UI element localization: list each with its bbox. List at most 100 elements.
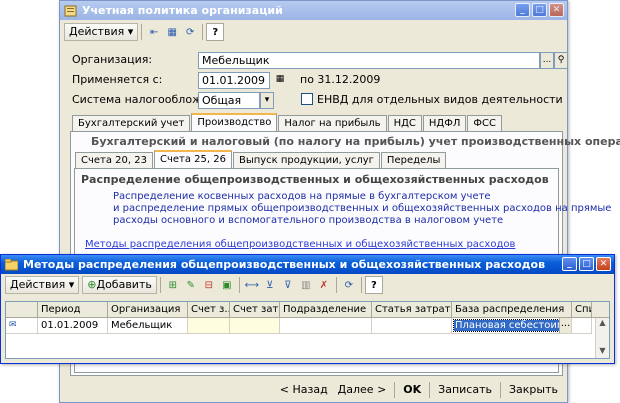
tab-ndfl[interactable]: НДФЛ — [422, 115, 467, 131]
refresh-icon[interactable]: ⟳ — [340, 276, 358, 294]
filter-off-icon[interactable]: ✗ — [315, 276, 333, 294]
toolbar-separator — [360, 277, 362, 293]
org-search-icon[interactable]: ⚲ — [554, 52, 568, 69]
minimize-icon[interactable]: _ — [515, 3, 530, 17]
save-button[interactable]: Записать — [433, 381, 497, 399]
scroll-up-icon[interactable]: ▲ — [596, 318, 609, 330]
folder-icon — [4, 258, 19, 271]
delete-row-icon[interactable]: ⊟ — [200, 276, 218, 294]
help-icon[interactable]: ? — [206, 23, 225, 41]
maximize-icon[interactable]: □ — [579, 257, 594, 271]
close-icon[interactable]: ✕ — [549, 3, 564, 17]
maximize-icon[interactable]: □ — [532, 3, 547, 17]
help-icon[interactable]: ? — [364, 276, 383, 294]
tab-production[interactable]: Производство — [191, 113, 278, 131]
column-header-write-off[interactable]: Спис — [572, 302, 592, 317]
back-button[interactable]: < Назад — [275, 381, 333, 399]
structure-icon[interactable]: ▦ — [163, 23, 181, 41]
applies-date-field[interactable]: 01.01.2009 — [198, 72, 270, 89]
main-footer: < Назад Далее > OK Записать Закрыть — [275, 380, 563, 400]
save-row-icon[interactable]: ▣ — [218, 276, 236, 294]
minimize-icon[interactable]: _ — [562, 257, 577, 271]
column-width-icon[interactable]: ⟷ — [243, 276, 261, 294]
cell-write-off[interactable] — [572, 318, 592, 334]
tax-system-select[interactable]: Общая — [198, 92, 260, 109]
distribution-text-1: Распределение косвенных расходов на прям… — [113, 191, 491, 202]
org-field[interactable]: Мебельщик — [198, 52, 540, 69]
distribution-text-2: и распределение прямых общепроизводствен… — [113, 203, 612, 214]
filter-list-icon[interactable]: ▥ — [297, 276, 315, 294]
calendar-icon[interactable]: ▦ — [273, 72, 287, 89]
envd-checkbox[interactable] — [301, 93, 313, 105]
distribution-methods-link[interactable]: Методы распределения общепроизводственны… — [85, 239, 515, 250]
methods-table: Период Организация Счет з... Счет зат...… — [5, 301, 610, 359]
cell-base[interactable]: Плановая себестоимос ... — [452, 318, 572, 334]
toolbar-separator — [202, 24, 204, 40]
footer-separator — [429, 382, 431, 398]
column-header-org[interactable]: Организация — [108, 302, 188, 317]
next-button[interactable]: Далее > — [333, 381, 392, 399]
add-button[interactable]: ⊕Добавить — [82, 276, 157, 294]
vertical-scrollbar[interactable]: ▲ ▼ — [595, 318, 609, 358]
tab-vat[interactable]: НДС — [387, 115, 422, 131]
column-header-department[interactable]: Подразделение — [280, 302, 372, 317]
toolbar-separator — [159, 277, 161, 293]
table-header: Период Организация Счет з... Счет зат...… — [6, 302, 609, 318]
copy-row-icon[interactable]: ⊞ — [164, 276, 182, 294]
tab-accounting[interactable]: Бухгалтерский учет — [72, 115, 191, 131]
cell-account-1[interactable] — [188, 318, 230, 334]
applies-label: Применяется с: — [72, 73, 163, 86]
section-header: Бухгалтерский и налоговый (по налогу на … — [91, 135, 620, 148]
cell-base-select-button[interactable]: ... — [559, 318, 571, 333]
column-header-base[interactable]: База распределения — [452, 302, 572, 317]
cell-department[interactable] — [280, 318, 372, 334]
distribution-dialog: Методы распределения общепроизводственны… — [0, 254, 615, 364]
column-header-period[interactable]: Период — [38, 302, 108, 317]
dialog-actions-menu-button[interactable]: Действия ▾ — [5, 276, 80, 294]
footer-separator — [394, 382, 396, 398]
column-header-account-2[interactable]: Счет зат... — [230, 302, 280, 317]
sub-tabs: Счета 20, 23 Счета 25, 26 Выпуск продукц… — [75, 150, 447, 168]
filter-value-icon[interactable]: ⊽ — [279, 276, 297, 294]
main-title-bar[interactable]: Учетная политика организаций _ □ ✕ — [60, 1, 567, 20]
cell-cost-item[interactable] — [372, 318, 452, 334]
column-header-account-1[interactable]: Счет з... — [188, 302, 230, 317]
refresh-icon[interactable]: ⟳ — [181, 23, 199, 41]
subtab-output[interactable]: Выпуск продукции, услуг — [232, 152, 380, 168]
toolbar-separator — [238, 277, 240, 293]
subtab-accounts-20-23[interactable]: Счета 20, 23 — [75, 152, 153, 168]
subtab-stages[interactable]: Переделы — [380, 152, 447, 168]
document-icon — [64, 4, 77, 17]
ok-button[interactable]: OK — [398, 381, 426, 399]
envd-label: ЕНВД для отдельных видов деятельности — [317, 93, 563, 106]
dialog-title: Методы распределения общепроизводственны… — [23, 258, 546, 271]
main-toolbar: Действия ▾ ⇤ ▦ ⟳ ? — [64, 22, 225, 42]
cell-period[interactable]: 01.01.2009 — [38, 318, 108, 334]
footer-separator — [500, 382, 501, 398]
org-label: Организация: — [72, 53, 153, 66]
distribution-text-3: расходы основного и вспомогательного про… — [113, 215, 504, 226]
close-icon[interactable]: ✕ — [596, 257, 611, 271]
org-select-button[interactable]: ... — [540, 52, 554, 69]
edit-row-icon[interactable]: ✎ — [182, 276, 200, 294]
close-button[interactable]: Закрыть — [504, 381, 563, 399]
tab-profit-tax[interactable]: Налог на прибыль — [278, 115, 387, 131]
actions-menu-button[interactable]: Действия ▾ — [64, 23, 139, 41]
table-row[interactable]: ✉ 01.01.2009 Мебельщик Плановая себестои… — [6, 318, 592, 334]
toolbar-separator — [335, 277, 337, 293]
go-back-icon[interactable]: ⇤ — [145, 23, 163, 41]
tab-fss[interactable]: ФСС — [467, 115, 502, 131]
scroll-down-icon[interactable]: ▼ — [596, 346, 609, 358]
cell-org[interactable]: Мебельщик — [108, 318, 188, 334]
column-header-cost-item[interactable]: Статья затрат — [372, 302, 452, 317]
cell-account-2[interactable] — [230, 318, 280, 334]
applies-to-text: по 31.12.2009 — [300, 73, 381, 86]
chevron-down-icon[interactable]: ▾ — [260, 92, 274, 109]
main-window-title: Учетная политика организаций — [82, 4, 283, 17]
toolbar-separator — [141, 24, 143, 40]
filter-icon[interactable]: ⊻ — [261, 276, 279, 294]
dialog-title-bar[interactable]: Методы распределения общепроизводственны… — [1, 255, 614, 274]
cell-base-value[interactable]: Плановая себестоимос — [453, 319, 571, 332]
distribution-header: Распределение общепроизводственных и общ… — [81, 173, 549, 186]
subtab-accounts-25-26[interactable]: Счета 25, 26 — [153, 150, 232, 168]
